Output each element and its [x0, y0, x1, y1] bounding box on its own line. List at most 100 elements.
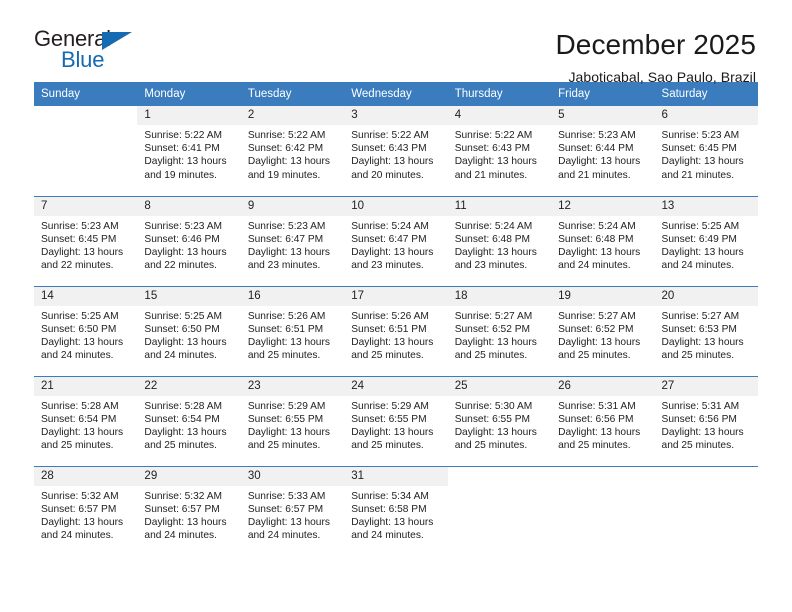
calendar-day-cell[interactable]: 20 Sunrise: 5:27 AM Sunset: 6:53 PM Dayligh… — [654, 285, 758, 376]
daylight-text: Daylight: 13 hours and 25 minutes. — [144, 426, 227, 452]
calendar-day-cell[interactable]: 9 Sunrise: 5:23 AM Sunset: 6:47 PM Daylight… — [240, 195, 345, 286]
daylight-text: Daylight: 13 hours and 25 minutes. — [247, 336, 330, 362]
calendar-cell-empty — [654, 465, 758, 556]
calendar-day-cell[interactable]: 2 Sunrise: 5:22 AM Sunset: 6:42 PM Daylight… — [240, 106, 345, 196]
day-details: Sunrise: 5:33 AM Sunset: 6:57 PM Daylight:… — [241, 486, 344, 543]
day-details: Sunrise: 5:23 AM Sunset: 6:45 PM Daylight:… — [34, 216, 137, 273]
daylight-text: Daylight: 13 hours and 22 minutes. — [41, 246, 124, 272]
daylight-text: Daylight: 13 hours and 25 minutes. — [41, 426, 124, 452]
calendar-day-cell[interactable]: 8 Sunrise: 5:23 AM Sunset: 6:46 PM Daylight… — [137, 195, 241, 286]
daylight-text: Daylight: 13 hours and 25 minutes. — [454, 426, 537, 452]
sunset-text: Sunset: 6:55 PM — [247, 413, 324, 425]
calendar-cell-empty — [447, 465, 552, 556]
calendar-day-cell[interactable]: 6 Sunrise: 5:23 AM Sunset: 6:45 PM Daylight… — [654, 106, 758, 196]
sunset-text: Sunset: 6:49 PM — [661, 233, 737, 245]
calendar-day-cell[interactable]: 22 Sunrise: 5:28 AM Sunset: 6:54 PM Dayligh… — [137, 375, 241, 466]
calendar-day-cell[interactable]: 16 Sunrise: 5:26 AM Sunset: 6:51 PM Dayligh… — [240, 285, 345, 376]
day-number: 12 — [551, 196, 655, 216]
daylight-text: Daylight: 13 hours and 24 minutes. — [41, 336, 124, 362]
day-number: 27 — [654, 376, 758, 396]
daylight-text: Daylight: 13 hours and 20 minutes. — [351, 156, 434, 181]
logo-text-blue: Blue — [61, 47, 105, 72]
calendar-day-cell[interactable]: 29 Sunrise: 5:32 AM Sunset: 6:57 PM Dayligh… — [137, 465, 241, 556]
day-number: 5 — [551, 106, 655, 125]
day-number — [654, 466, 758, 486]
calendar-day-cell[interactable]: 14 Sunrise: 5:25 AM Sunset: 6:50 PM Dayligh… — [34, 285, 138, 376]
day-details: Sunrise: 5:24 AM Sunset: 6:48 PM Daylight:… — [448, 216, 551, 273]
weekday-header-thursday: Thursday — [447, 82, 552, 106]
calendar-day-cell[interactable]: 3 Sunrise: 5:22 AM Sunset: 6:43 PM Daylight… — [344, 106, 448, 196]
day-number: 2 — [240, 106, 345, 125]
calendar-day-cell[interactable]: 25 Sunrise: 5:30 AM Sunset: 6:55 PM Dayligh… — [447, 375, 552, 466]
sunrise-text: Sunrise: 5:29 AM — [247, 400, 326, 412]
daylight-text: Daylight: 13 hours and 21 minutes. — [454, 156, 537, 181]
weekday-header-saturday: Saturday — [654, 82, 758, 106]
sunrise-text: Sunrise: 5:23 AM — [661, 130, 740, 141]
calendar-day-cell[interactable]: 1 Sunrise: 5:22 AM Sunset: 6:41 PM Daylight… — [137, 106, 241, 196]
day-number — [34, 106, 138, 125]
day-details: Sunrise: 5:23 AM Sunset: 6:44 PM Daylight:… — [551, 125, 654, 182]
calendar-day-cell[interactable]: 23 Sunrise: 5:29 AM Sunset: 6:55 PM Dayligh… — [240, 375, 345, 466]
sunset-text: Sunset: 6:51 PM — [247, 323, 324, 335]
day-details: Sunrise: 5:24 AM Sunset: 6:47 PM Daylight:… — [344, 216, 447, 273]
day-details: Sunrise: 5:26 AM Sunset: 6:51 PM Daylight:… — [344, 306, 447, 363]
sunset-text: Sunset: 6:43 PM — [454, 143, 531, 155]
sunrise-text: Sunrise: 5:29 AM — [351, 400, 429, 412]
calendar-day-cell[interactable]: 10 Sunrise: 5:24 AM Sunset: 6:47 PM Dayligh… — [344, 195, 448, 286]
calendar-week-row: 28 Sunrise: 5:32 AM Sunset: 6:57 PM Dayligh… — [34, 465, 758, 556]
sunrise-text: Sunrise: 5:22 AM — [351, 130, 429, 141]
day-number: 16 — [240, 286, 345, 306]
day-number: 19 — [551, 286, 655, 306]
sunrise-text: Sunrise: 5:22 AM — [144, 130, 223, 141]
sunset-text: Sunset: 6:57 PM — [144, 503, 220, 515]
day-number: 3 — [344, 106, 448, 125]
calendar-day-cell[interactable]: 28 Sunrise: 5:32 AM Sunset: 6:57 PM Dayligh… — [34, 465, 138, 556]
sunrise-text: Sunrise: 5:31 AM — [661, 400, 740, 412]
day-details: Sunrise: 5:29 AM Sunset: 6:55 PM Daylight:… — [241, 396, 344, 453]
day-details: Sunrise: 5:31 AM Sunset: 6:56 PM Daylight:… — [655, 396, 758, 453]
calendar-day-cell[interactable]: 15 Sunrise: 5:25 AM Sunset: 6:50 PM Dayligh… — [137, 285, 241, 376]
sunrise-text: Sunrise: 5:32 AM — [41, 490, 119, 502]
weekday-header-monday: Monday — [137, 82, 241, 106]
sunrise-text: Sunrise: 5:28 AM — [41, 400, 119, 412]
sunset-text: Sunset: 6:47 PM — [351, 233, 427, 245]
calendar-day-cell[interactable]: 26 Sunrise: 5:31 AM Sunset: 6:56 PM Dayligh… — [551, 375, 655, 466]
day-details: Sunrise: 5:22 AM Sunset: 6:43 PM Daylight:… — [448, 125, 551, 182]
day-number: 1 — [137, 106, 241, 125]
calendar-cell-empty — [551, 465, 655, 556]
calendar-day-cell[interactable]: 7 Sunrise: 5:23 AM Sunset: 6:45 PM Daylight… — [34, 195, 138, 286]
calendar-day-cell[interactable]: 30 Sunrise: 5:33 AM Sunset: 6:57 PM Dayligh… — [240, 465, 345, 556]
daylight-text: Daylight: 13 hours and 24 minutes. — [661, 246, 744, 272]
daylight-text: Daylight: 13 hours and 25 minutes. — [661, 336, 744, 362]
weekday-header-tuesday: Tuesday — [240, 82, 345, 106]
daylight-text: Daylight: 13 hours and 25 minutes. — [454, 336, 537, 362]
day-number: 7 — [34, 196, 138, 216]
calendar-day-cell[interactable]: 4 Sunrise: 5:22 AM Sunset: 6:43 PM Daylight… — [447, 106, 552, 196]
general-blue-logo[interactable]: General Blue — [34, 28, 146, 74]
daylight-text: Daylight: 13 hours and 24 minutes. — [144, 516, 227, 542]
day-details: Sunrise: 5:25 AM Sunset: 6:50 PM Daylight:… — [137, 306, 240, 363]
sunrise-text: Sunrise: 5:24 AM — [558, 220, 636, 232]
calendar-grid: Sunday Monday Tuesday Wednesday Thursday Frid… — [34, 82, 758, 556]
day-details: Sunrise: 5:27 AM Sunset: 6:53 PM Daylight:… — [655, 306, 758, 363]
sunrise-text: Sunrise: 5:24 AM — [454, 220, 533, 232]
sunset-text: Sunset: 6:55 PM — [454, 413, 531, 425]
sunrise-text: Sunrise: 5:23 AM — [144, 220, 223, 232]
sunrise-text: Sunrise: 5:22 AM — [247, 130, 326, 141]
calendar-day-cell[interactable]: 27 Sunrise: 5:31 AM Sunset: 6:56 PM Dayligh… — [654, 375, 758, 466]
calendar-day-cell[interactable]: 18 Sunrise: 5:27 AM Sunset: 6:52 PM Dayligh… — [447, 285, 552, 376]
calendar-day-cell[interactable]: 12 Sunrise: 5:24 AM Sunset: 6:48 PM Dayligh… — [551, 195, 655, 286]
calendar-day-cell[interactable]: 24 Sunrise: 5:29 AM Sunset: 6:55 PM Dayligh… — [344, 375, 448, 466]
calendar-day-cell[interactable]: 21 Sunrise: 5:28 AM Sunset: 6:54 PM Dayligh… — [34, 375, 138, 466]
calendar-day-cell[interactable]: 31 Sunrise: 5:34 AM Sunset: 6:58 PM Dayligh… — [344, 465, 448, 556]
page-subtitle: Jaboticabal, Sao Paulo, Brazil — [568, 69, 756, 86]
sunset-text: Sunset: 6:56 PM — [558, 413, 634, 425]
calendar-day-cell[interactable]: 17 Sunrise: 5:26 AM Sunset: 6:51 PM Dayligh… — [344, 285, 448, 376]
calendar-day-cell[interactable]: 13 Sunrise: 5:25 AM Sunset: 6:49 PM Dayligh… — [654, 195, 758, 286]
sunrise-text: Sunrise: 5:24 AM — [351, 220, 429, 232]
calendar-day-cell[interactable]: 19 Sunrise: 5:27 AM Sunset: 6:52 PM Dayligh… — [551, 285, 655, 376]
calendar-day-cell[interactable]: 11 Sunrise: 5:24 AM Sunset: 6:48 PM Dayligh… — [447, 195, 552, 286]
calendar-day-cell[interactable]: 5 Sunrise: 5:23 AM Sunset: 6:44 PM Daylight… — [551, 106, 655, 196]
daylight-text: Daylight: 13 hours and 23 minutes. — [247, 246, 330, 272]
sunset-text: Sunset: 6:51 PM — [351, 323, 427, 335]
